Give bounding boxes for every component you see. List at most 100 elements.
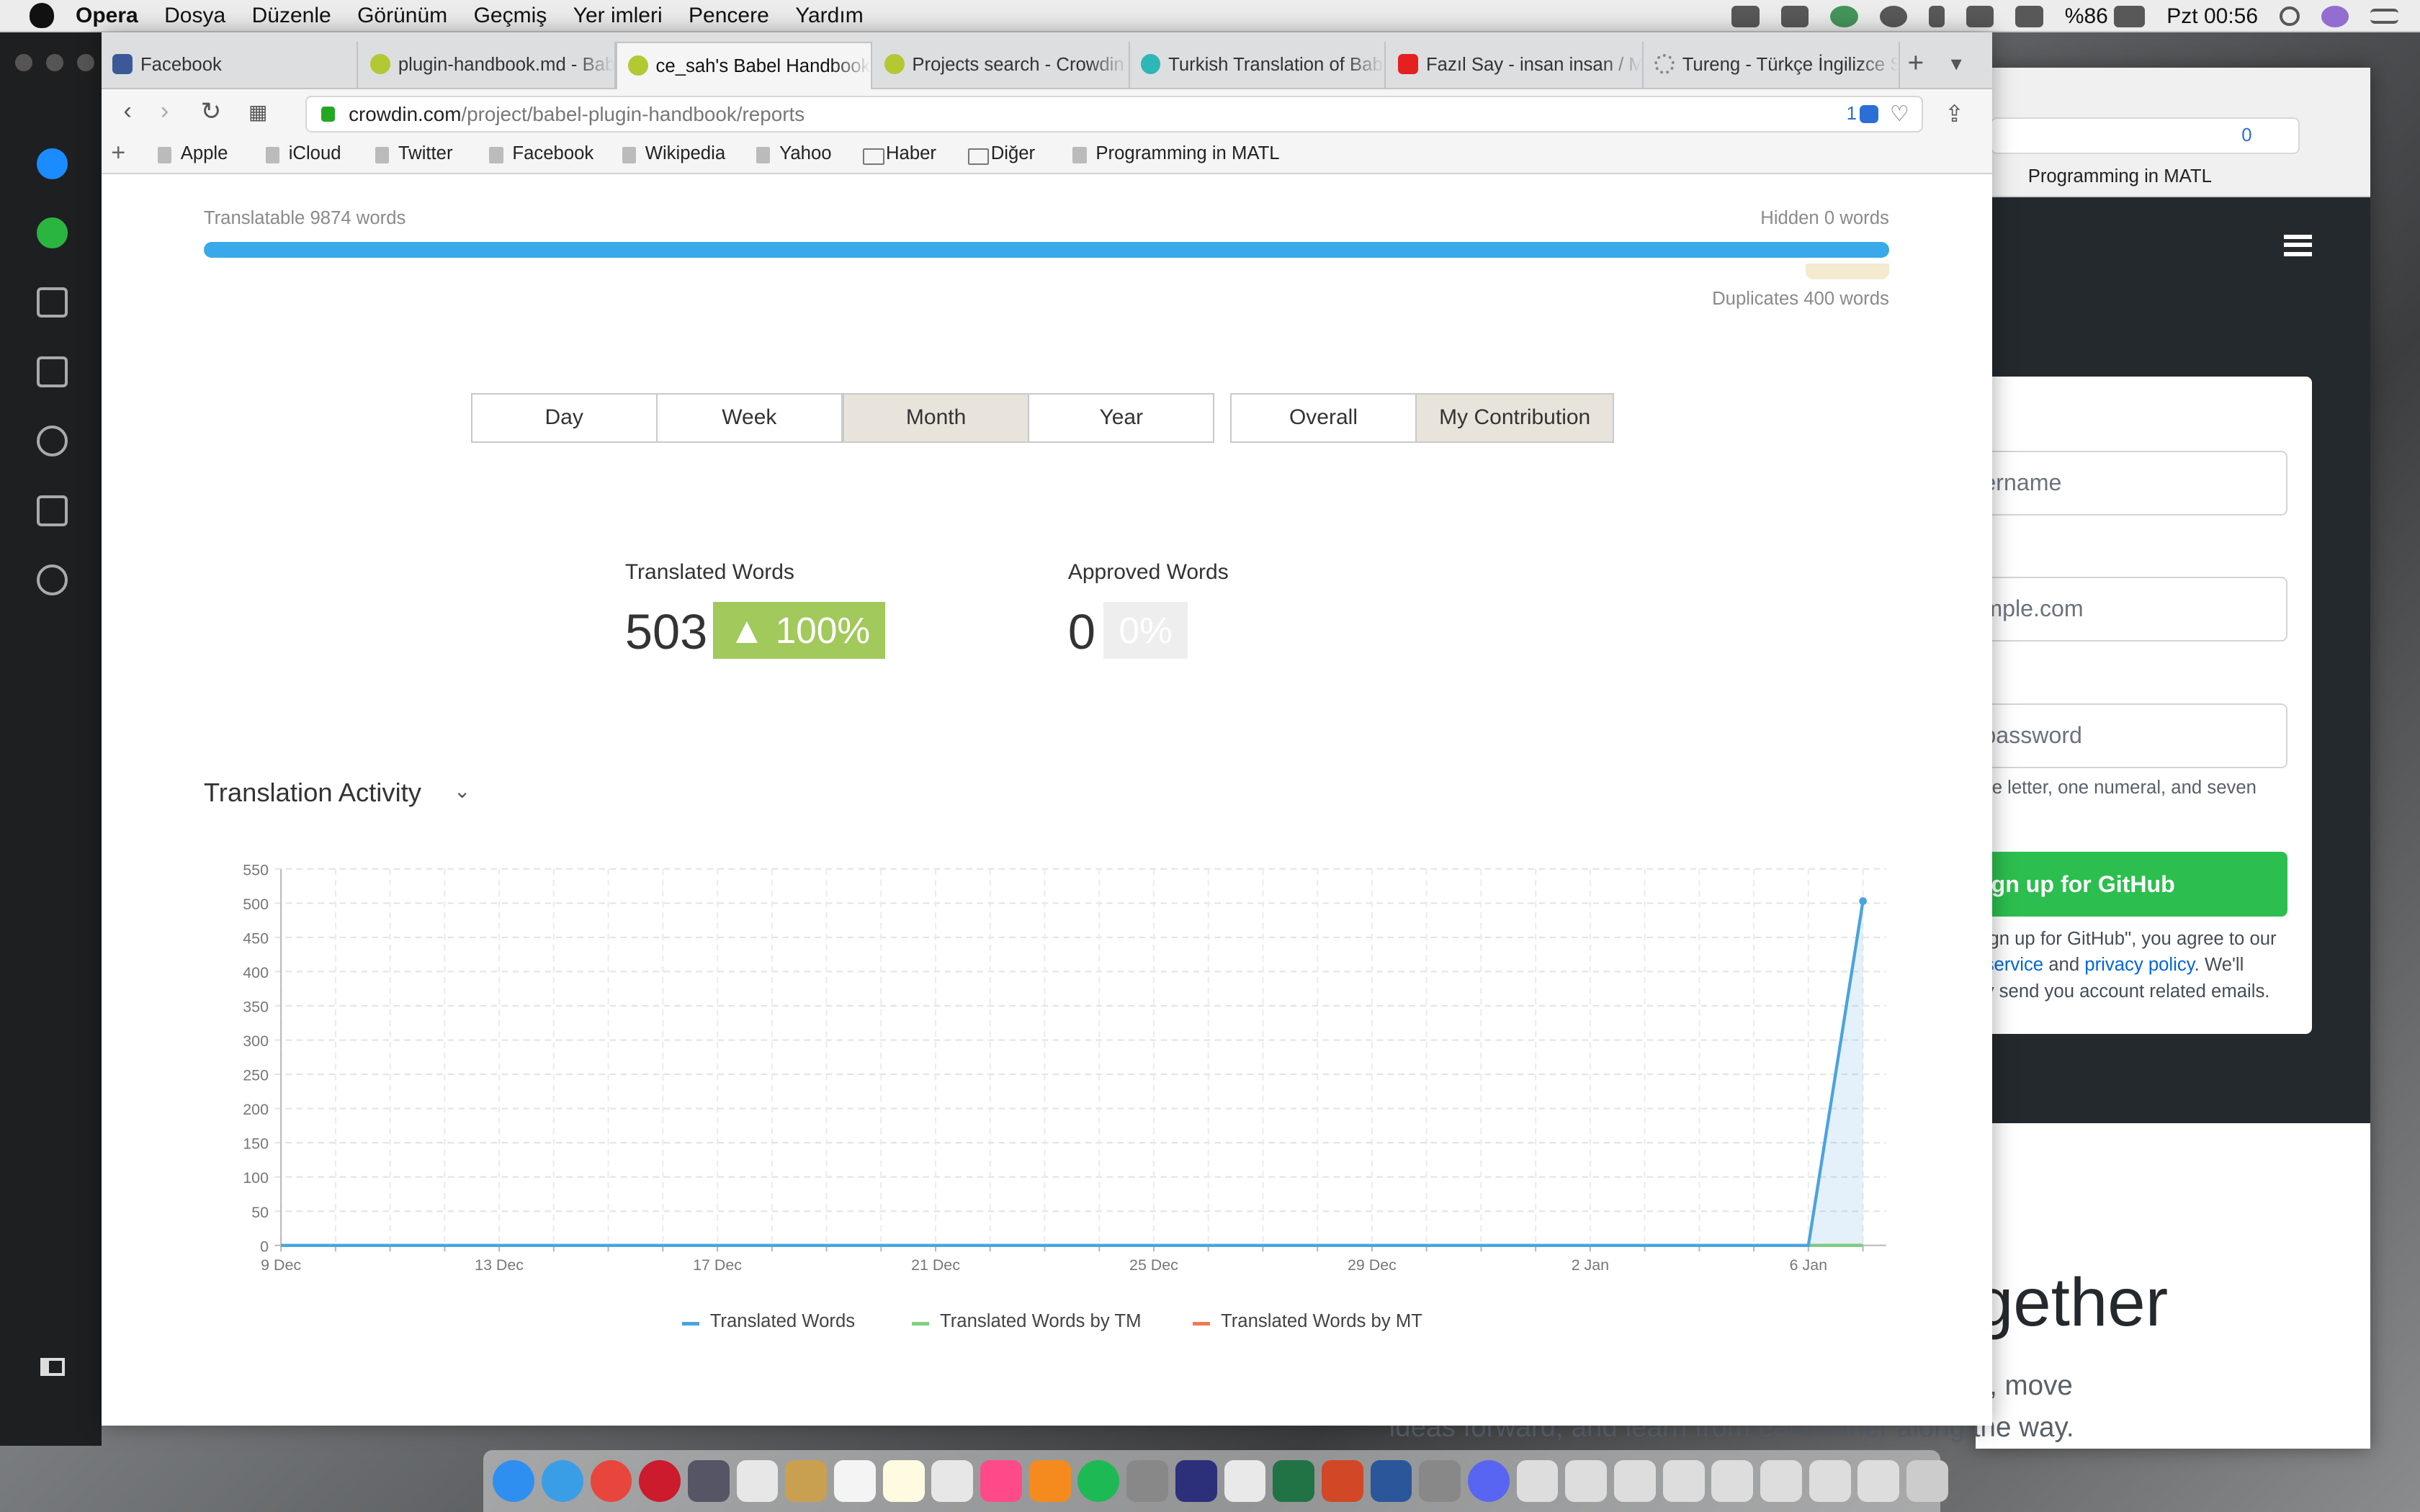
period-month-button[interactable]: Month (842, 393, 1030, 443)
new-tab-icon[interactable]: + (1908, 48, 1924, 79)
speed-dial-icon[interactable] (37, 356, 68, 387)
bookmark-wikipedia[interactable]: Wikipedia (619, 143, 725, 164)
document-icon[interactable] (1516, 1460, 1559, 1503)
translation-activity-title[interactable]: Translation Activity (204, 778, 421, 808)
document-icon[interactable] (1565, 1460, 1608, 1503)
tab-babel-handbook[interactable]: ce_sah's Babel Handbook T (615, 41, 872, 91)
trash-icon[interactable] (1906, 1460, 1948, 1503)
forward-icon[interactable]: › (161, 97, 169, 125)
bookmark-folder-haber[interactable]: Haber (860, 143, 936, 164)
back-icon[interactable]: ‹ (123, 97, 131, 125)
reload-icon[interactable]: ↻ (201, 97, 222, 126)
window-close-button[interactable] (15, 54, 32, 71)
bookmark-twitter[interactable]: Twitter (372, 143, 453, 164)
bookmark-icloud[interactable]: iCloud (262, 143, 341, 164)
bookmark-programming-matlab[interactable]: Programming in MATL (1070, 143, 1280, 164)
menu-history[interactable]: Geçmiş (474, 4, 547, 28)
maps-icon[interactable] (931, 1460, 974, 1503)
launchpad-icon[interactable] (687, 1460, 730, 1503)
bluetooth-icon[interactable] (1929, 5, 1945, 27)
siri-icon[interactable] (2321, 5, 2349, 27)
legend-translated-by-tm[interactable]: Translated Words by TM (912, 1311, 1141, 1332)
battery-icon[interactable] (2114, 5, 2146, 27)
battery-percent[interactable]: %86 (2065, 4, 2108, 29)
safari-icon[interactable] (541, 1460, 583, 1503)
news-icon[interactable] (37, 495, 68, 526)
time-machine-icon[interactable] (1879, 5, 1908, 27)
itunes-icon[interactable] (980, 1460, 1022, 1503)
photos-icon[interactable] (1224, 1460, 1266, 1503)
whatsapp-icon[interactable] (37, 217, 68, 248)
grammarly-icon[interactable] (1830, 5, 1858, 27)
period-day-button[interactable]: Day (470, 393, 658, 443)
menu-edit[interactable]: Düzenle (252, 4, 331, 28)
menu-bookmarks[interactable]: Yer imleri (573, 4, 663, 28)
tabs-grid-icon[interactable]: ▦ (248, 100, 267, 124)
legend-translated-words[interactable]: Translated Words (682, 1311, 855, 1332)
tab-menu-icon[interactable]: ▾ (1951, 51, 1962, 76)
camera-icon[interactable] (37, 287, 68, 318)
spotify-icon[interactable] (1077, 1460, 1120, 1503)
apple-icon[interactable] (29, 3, 54, 28)
menu-app-name[interactable]: Opera (76, 4, 138, 28)
contacts-icon[interactable] (785, 1460, 828, 1503)
wifi-icon[interactable] (1966, 5, 1994, 27)
notification-center-icon[interactable] (2370, 8, 2398, 24)
history-clock-icon[interactable] (37, 564, 68, 596)
period-week-button[interactable]: Week (655, 393, 843, 443)
heart-icon[interactable] (37, 426, 68, 457)
ibooks-icon[interactable] (1028, 1460, 1071, 1503)
document-icon[interactable] (1857, 1460, 1900, 1503)
word-icon[interactable] (1370, 1460, 1412, 1503)
menu-help[interactable]: Yardım (795, 4, 863, 28)
volume-icon[interactable] (2015, 5, 2043, 27)
tab-facebook[interactable]: Facebook (102, 41, 359, 90)
spotlight-icon[interactable] (2280, 6, 2300, 27)
window-zoom-button[interactable] (77, 54, 94, 71)
creative-cloud-icon[interactable] (1780, 5, 1809, 27)
signup-github-button[interactable]: ign up for GitHub (1975, 851, 2287, 917)
document-icon[interactable] (1760, 1460, 1802, 1503)
menu-file[interactable]: Dosya (164, 4, 225, 28)
bookmark-heart-icon[interactable]: ♡ (1890, 97, 1909, 131)
sidebar-toggle-icon[interactable] (40, 1357, 65, 1377)
document-icon[interactable] (1711, 1460, 1754, 1503)
email-field[interactable]: mple.com (1975, 577, 2287, 642)
adblock-icon[interactable] (1860, 104, 1878, 124)
share-icon[interactable]: ⇪ (1945, 100, 1964, 127)
document-icon[interactable] (1614, 1460, 1656, 1503)
add-bookmark-icon[interactable]: + (111, 139, 125, 167)
username-field[interactable]: ername (1975, 450, 2287, 516)
messenger-icon[interactable] (37, 148, 68, 179)
password-field[interactable]: password (1975, 703, 2287, 769)
bookmark-folder-diger[interactable]: Diğer (964, 143, 1035, 164)
discord-icon[interactable] (1467, 1460, 1510, 1503)
notes-icon[interactable] (882, 1460, 925, 1503)
system-preferences-icon[interactable] (1126, 1460, 1168, 1503)
bookmark-apple[interactable]: Apple (154, 143, 228, 164)
scope-overall-button[interactable]: Overall (1229, 393, 1417, 443)
bookmark-facebook[interactable]: Facebook (486, 143, 593, 164)
display-icon[interactable] (1731, 5, 1760, 27)
chrome-icon[interactable] (590, 1460, 632, 1503)
scope-my-contribution-button[interactable]: My Contribution (1415, 393, 1615, 443)
legend-translated-by-mt[interactable]: Translated Words by MT (1193, 1311, 1422, 1332)
privacy-policy-link[interactable]: privacy policy (2084, 955, 2194, 975)
hamburger-menu-icon[interactable] (2284, 234, 2312, 256)
document-icon[interactable] (1809, 1460, 1851, 1503)
tab-plugin-handbook[interactable]: plugin-handbook.md - Bab (359, 41, 616, 90)
period-year-button[interactable]: Year (1028, 393, 1215, 443)
clock[interactable]: Pzt 00:56 (2166, 4, 2258, 29)
menu-view[interactable]: Görünüm (357, 4, 447, 28)
tab-turkish-translation[interactable]: Turkish Translation of Babe (1130, 41, 1386, 90)
calendar-icon[interactable] (834, 1460, 876, 1503)
tab-tureng[interactable]: Tureng - Türkçe İngilizce S (1644, 41, 1900, 90)
tab-youtube[interactable]: Fazıl Say - insan insan / Mu (1387, 41, 1644, 90)
preview-icon[interactable] (1419, 1460, 1461, 1503)
finder-icon[interactable] (493, 1460, 535, 1503)
bookmark-yahoo[interactable]: Yahoo (753, 143, 832, 164)
terms-of-service-link[interactable]: service (1985, 955, 2043, 975)
document-icon[interactable] (1662, 1460, 1705, 1503)
imovie-icon[interactable] (1175, 1460, 1217, 1503)
mail-icon[interactable] (736, 1460, 779, 1503)
